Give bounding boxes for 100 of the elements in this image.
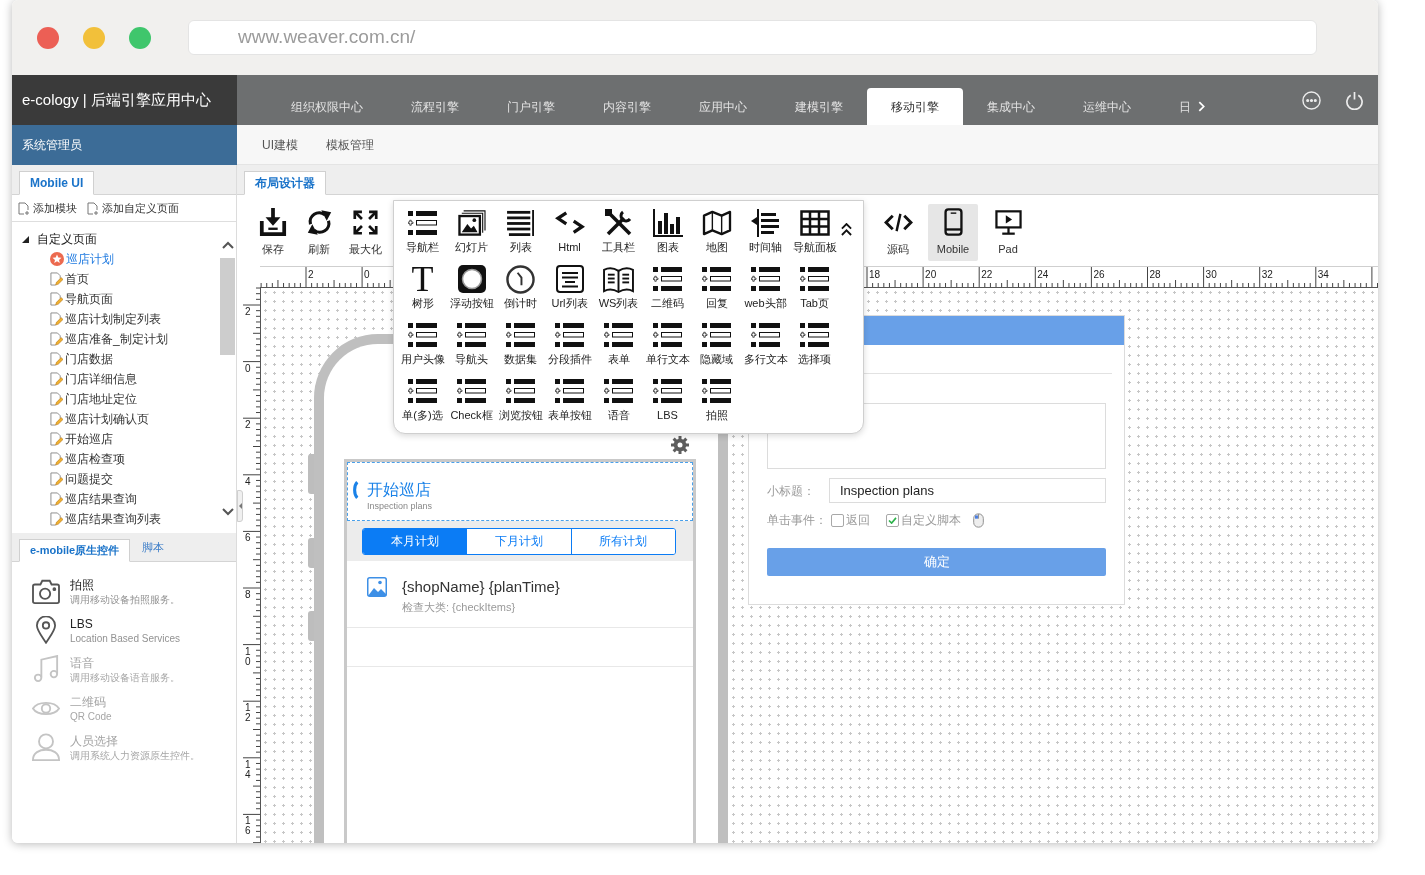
checkbox[interactable] xyxy=(831,513,844,527)
panel-tab[interactable]: Mobile UI xyxy=(19,171,95,195)
action-link[interactable]: 添加模块 xyxy=(18,199,77,217)
tree-item[interactable]: 巡店准备_制定计划 xyxy=(50,329,219,349)
panel-tab[interactable]: 脚本 xyxy=(134,538,173,561)
tree-item[interactable]: 问题提交 xyxy=(50,469,219,489)
toolbar-button[interactable]: 保存 xyxy=(250,204,296,261)
tree-item[interactable]: 导航页面 xyxy=(50,289,219,309)
nav-tab[interactable]: 门户引擎 xyxy=(483,88,579,125)
view-button[interactable]: Pad xyxy=(983,204,1033,261)
nav-tab[interactable]: 应用中心 xyxy=(675,88,771,125)
tree-item[interactable]: 首页 xyxy=(50,269,219,289)
palette-item[interactable]: 地图 xyxy=(692,209,741,265)
palette-item[interactable]: Tab页 xyxy=(790,265,839,321)
palette-item[interactable]: WS列表 xyxy=(594,265,643,321)
sub-nav-link[interactable]: UI建模 xyxy=(262,135,298,154)
collapse-icon[interactable] xyxy=(841,223,852,236)
palette-item[interactable]: 工具栏 xyxy=(594,209,643,265)
list-block-icon xyxy=(604,323,633,347)
subtitle-input[interactable]: Inspection plans xyxy=(829,478,1106,503)
palette-item[interactable]: 图表 xyxy=(643,209,692,265)
mouse-icon[interactable] xyxy=(973,512,984,528)
palette-item[interactable]: Check框 xyxy=(447,377,496,433)
palette-item[interactable]: 二维码 xyxy=(643,265,692,321)
palette-item[interactable]: 倒计时 xyxy=(496,265,545,321)
expand-triangle-icon[interactable] xyxy=(22,235,29,243)
palette-item[interactable]: LBS xyxy=(643,377,692,433)
tree-item[interactable]: 巡店结果查询列表 xyxy=(50,509,219,529)
control-title[interactable]: 拍照 xyxy=(70,578,180,593)
chevron-right-icon[interactable] xyxy=(1198,101,1205,112)
palette-item[interactable]: 多行文本 xyxy=(741,321,790,377)
settings-icon[interactable] xyxy=(671,436,689,454)
nav-tab[interactable]: 日 xyxy=(1155,88,1215,125)
palette-item[interactable]: web头部 xyxy=(741,265,790,321)
nav-tab[interactable]: 移动引擎 xyxy=(867,88,963,125)
close-window-icon[interactable] xyxy=(37,26,59,49)
palette-item[interactable]: Html xyxy=(545,209,594,265)
palette-item[interactable]: 表单按钮 xyxy=(545,377,594,433)
tree-item[interactable]: 门店地址定位 xyxy=(50,389,219,409)
palette-item[interactable]: 回复 xyxy=(692,265,741,321)
more-icon[interactable] xyxy=(1302,90,1321,110)
checkbox[interactable] xyxy=(886,513,899,527)
tree-item[interactable]: 巡店计划 xyxy=(50,249,219,269)
palette-item[interactable]: 列表 xyxy=(496,209,545,265)
palette-item[interactable]: 用户头像 xyxy=(398,321,447,377)
action-link[interactable]: 添加自定义页面 xyxy=(87,199,179,217)
palette-item[interactable]: 浮动按钮 xyxy=(447,265,496,321)
segment-tab[interactable]: 所有计划 xyxy=(570,528,675,554)
ruler-label: 2 xyxy=(308,269,314,280)
palette-item[interactable]: 幻灯片 xyxy=(447,209,496,265)
field-label: 单击事件： xyxy=(767,512,828,529)
bar-chart-icon xyxy=(652,209,683,237)
palette-item[interactable]: Url列表 xyxy=(545,265,594,321)
tree-item[interactable]: 巡店计划确认页 xyxy=(50,409,219,429)
tree-item[interactable]: 门店详细信息 xyxy=(50,369,219,389)
nav-tab[interactable]: 集成中心 xyxy=(963,88,1059,125)
palette-item[interactable]: 语音 xyxy=(594,377,643,433)
palette-item[interactable]: 隐藏域 xyxy=(692,321,741,377)
scroll-up-icon[interactable] xyxy=(221,241,234,249)
scrollbar-thumb[interactable] xyxy=(220,258,235,355)
tree-item[interactable]: 开始巡店 xyxy=(50,429,219,449)
palette-item[interactable]: 时间轴 xyxy=(741,209,790,265)
palette-item[interactable]: 浏览按钮 xyxy=(496,377,545,433)
scroll-down-icon[interactable] xyxy=(221,508,234,516)
back-icon[interactable] xyxy=(352,480,359,500)
ruler-label: 4 xyxy=(245,476,252,487)
view-button[interactable]: Mobile xyxy=(928,204,978,261)
add-page-icon xyxy=(18,201,30,215)
tree-item[interactable]: 巡店计划制定列表 xyxy=(50,309,219,329)
nav-tab[interactable]: 运维中心 xyxy=(1059,88,1155,125)
tree-item[interactable]: 巡店检查项 xyxy=(50,449,219,469)
toolbar-button[interactable]: 刷新 xyxy=(296,204,342,261)
toolbar-button[interactable]: 最大化 xyxy=(342,204,388,261)
power-icon[interactable] xyxy=(1345,90,1364,110)
palette-item[interactable]: 单(多)选 xyxy=(398,377,447,433)
view-button[interactable]: 源码 xyxy=(873,204,923,261)
nav-tab[interactable]: 建模引擎 xyxy=(771,88,867,125)
nav-tab[interactable]: 流程引擎 xyxy=(387,88,483,125)
palette-item[interactable]: 导航栏 xyxy=(398,209,447,265)
palette-item[interactable]: 分段插件 xyxy=(545,321,594,377)
palette-item[interactable]: 导航面板 xyxy=(790,209,839,265)
panel-tab[interactable]: 布局设计器 xyxy=(244,171,326,195)
palette-item[interactable]: 拍照 xyxy=(692,377,741,433)
nav-tab[interactable]: 内容引擎 xyxy=(579,88,675,125)
segment-tab[interactable]: 本月计划 xyxy=(363,528,467,554)
star-icon xyxy=(50,252,64,266)
palette-item[interactable]: 单行文本 xyxy=(643,321,692,377)
field-label: 小标题： xyxy=(767,482,816,500)
nav-tab[interactable]: 组织权限中心 xyxy=(267,88,387,125)
panel-tab[interactable]: e-mobile原生控件 xyxy=(19,539,131,562)
palette-item[interactable]: 数据集 xyxy=(496,321,545,377)
palette-item[interactable]: 表单 xyxy=(594,321,643,377)
tree-item[interactable]: 自定义页面 xyxy=(37,230,97,248)
tree-item[interactable]: 巡店结果查询 xyxy=(50,489,219,509)
palette-item[interactable]: 选择项 xyxy=(790,321,839,377)
palette-item[interactable]: T 树形 xyxy=(398,265,447,321)
palette-item[interactable]: 导航头 xyxy=(447,321,496,377)
control-title[interactable]: LBS xyxy=(70,617,181,632)
tree-item[interactable]: 门店数据 xyxy=(50,349,219,369)
sub-nav-link[interactable]: 模板管理 xyxy=(326,135,374,154)
